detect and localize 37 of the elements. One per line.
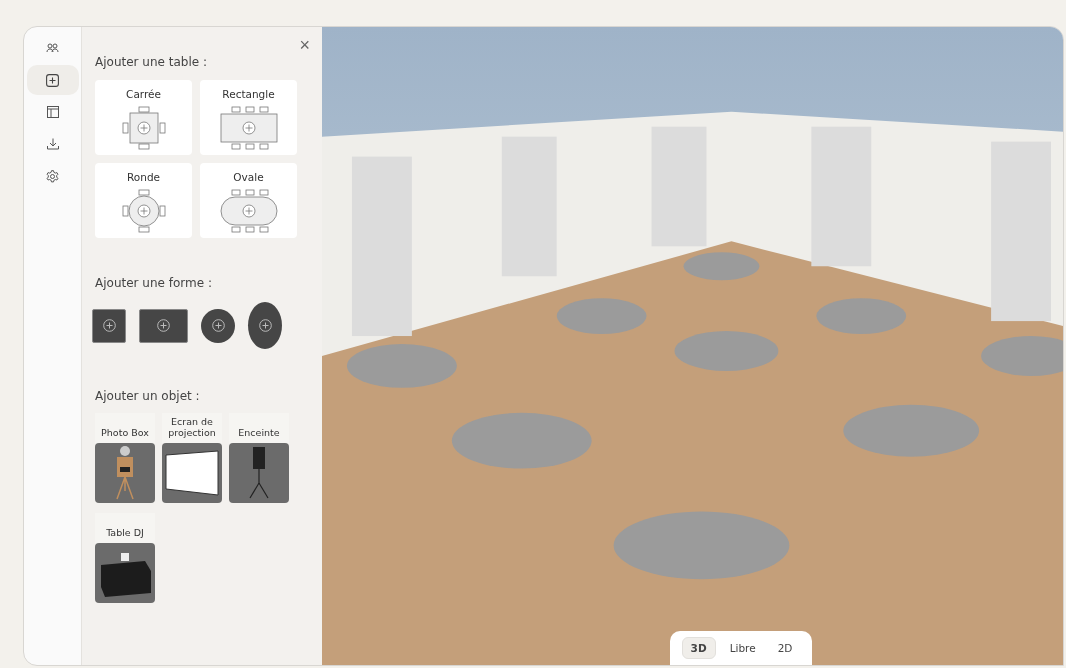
table-option[interactable]: Carrée [95,80,192,155]
object-option[interactable]: Photo Box [95,413,155,503]
close-button[interactable]: × [297,35,312,55]
circle-shape-button[interactable] [201,308,235,343]
rectangle-table-icon [219,106,278,150]
add-icon [46,73,59,87]
section-title: Ajouter une table : [95,55,208,69]
photo-booth-drawing [95,443,155,503]
object-option[interactable]: Table DJ [95,513,155,603]
download-icon [46,138,59,150]
plus-circle-icon [211,319,225,332]
settings-icon [46,169,59,183]
layout-icon [46,106,59,118]
plus-circle-icon [157,319,170,332]
section-title: Ajouter un objet : [95,389,201,403]
square-shape-button[interactable] [92,308,126,343]
table-option[interactable]: Ronde [95,163,192,238]
object-option[interactable]: Ecran de projection [162,413,222,503]
speaker-drawing [229,443,289,503]
oval-table-icon [219,189,278,233]
view-mode-tab[interactable]: Libre [721,638,764,658]
round-table-icon [121,189,166,233]
plus-circle-icon [258,319,272,332]
add-button[interactable] [26,65,79,95]
section-title: Ajouter une forme : [95,276,213,290]
table-option[interactable]: Ovale [200,163,297,238]
projection-screen-drawing [162,443,222,503]
view-mode-tab[interactable]: 3D [681,637,716,659]
dj-table-drawing [95,543,155,603]
plus-circle-icon [102,319,116,332]
rectangle-shape-button[interactable] [139,308,188,343]
table-option[interactable]: Rectangle [200,80,297,155]
square-table-icon [121,106,166,150]
people-icon [46,43,59,53]
view-mode-tab[interactable]: 2D [769,638,801,658]
oval-shape-button[interactable] [248,302,282,349]
object-option[interactable]: Enceinte [229,413,289,503]
